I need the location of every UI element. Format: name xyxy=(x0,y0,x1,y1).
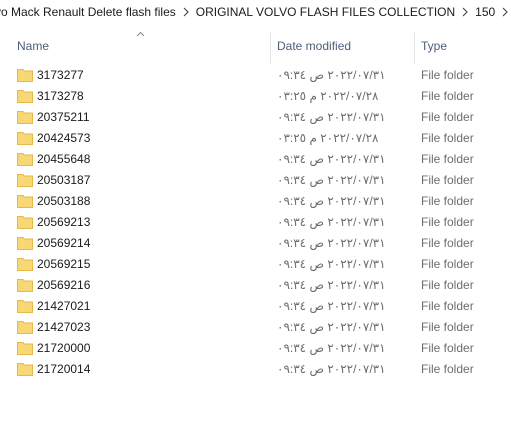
file-row[interactable]: 20455648 ٢٠٢٢/٠٧/٣١ ص ٠٩:٣٤ File folder xyxy=(0,149,527,170)
folder-icon xyxy=(17,237,33,250)
file-type: File folder xyxy=(421,257,474,271)
file-type: File folder xyxy=(421,68,474,82)
file-date-modified: ٢٠٢٢/٠٧/٣١ ص ٠٩:٣٤ xyxy=(277,362,386,376)
file-row[interactable]: 21427023 ٢٠٢٢/٠٧/٣١ ص ٠٩:٣٤ File folder xyxy=(0,317,527,338)
file-type: File folder xyxy=(421,110,474,124)
breadcrumb-item-collection-folder[interactable]: ORIGINAL VOLVO FLASH FILES COLLECTION xyxy=(194,5,457,19)
file-name: 20455648 xyxy=(37,152,91,166)
file-name: 20503188 xyxy=(37,194,91,208)
file-row[interactable]: 20503187 ٢٠٢٢/٠٧/٣١ ص ٠٩:٣٤ File folder xyxy=(0,170,527,191)
file-date-modified: ٢٠٢٢/٠٧/٣١ ص ٠٩:٣٤ xyxy=(277,173,386,187)
file-row[interactable]: 20569215 ٢٠٢٢/٠٧/٣١ ص ٠٩:٣٤ File folder xyxy=(0,254,527,275)
folder-icon xyxy=(17,132,33,145)
file-date-modified: ٢٠٢٢/٠٧/٣١ ص ٠٩:٣٤ xyxy=(277,194,386,208)
column-header-row: Name Date modified Type xyxy=(0,28,527,64)
file-name: 21720014 xyxy=(37,362,91,376)
chevron-right-icon[interactable] xyxy=(178,7,194,17)
column-header-date-label: Date modified xyxy=(277,39,352,53)
file-date-modified: ٢٠٢٢/٠٧/٣١ ص ٠٩:٣٤ xyxy=(277,215,386,229)
file-row[interactable]: 3173278 ٢٠٢٢/٠٧/٢٨ م ٠٣:٢٥ File folder xyxy=(0,86,527,107)
column-header-name-label: Name xyxy=(17,39,50,53)
column-header-date-modified[interactable]: Date modified xyxy=(271,28,414,64)
file-row[interactable]: 21720000 ٢٠٢٢/٠٧/٣١ ص ٠٩:٣٤ File folder xyxy=(0,338,527,359)
file-name: 20375211 xyxy=(37,110,90,124)
file-name: 20424573 xyxy=(37,131,91,145)
file-type: File folder xyxy=(421,89,474,103)
file-date-modified: ٢٠٢٢/٠٧/٣١ ص ٠٩:٣٤ xyxy=(277,299,386,313)
file-name: 21427023 xyxy=(37,320,91,334)
chevron-right-icon[interactable] xyxy=(497,7,513,17)
file-type: File folder xyxy=(421,278,474,292)
file-type: File folder xyxy=(421,299,474,313)
file-date-modified: ٢٠٢٢/٠٧/٣١ ص ٠٩:٣٤ xyxy=(277,278,386,292)
folder-icon xyxy=(17,258,33,271)
folder-icon xyxy=(17,342,33,355)
file-name: 20569216 xyxy=(37,278,91,292)
folder-icon xyxy=(17,111,33,124)
folder-icon xyxy=(17,363,33,376)
file-name: 20569214 xyxy=(37,236,91,250)
file-date-modified: ٢٠٢٢/٠٧/٣١ ص ٠٩:٣٤ xyxy=(277,257,386,271)
chevron-right-icon[interactable] xyxy=(457,7,473,17)
file-date-modified: ٢٠٢٢/٠٧/٣١ ص ٠٩:٣٤ xyxy=(277,152,386,166)
folder-icon xyxy=(17,69,33,82)
file-date-modified: ٢٠٢٢/٠٧/٣١ ص ٠٩:٣٤ xyxy=(277,320,386,334)
folder-icon xyxy=(17,90,33,103)
file-type: File folder xyxy=(421,215,474,229)
file-date-modified: ٢٠٢٢/٠٧/٣١ ص ٠٩:٣٤ xyxy=(277,236,386,250)
file-type: File folder xyxy=(421,173,474,187)
column-header-name[interactable]: Name xyxy=(0,28,270,64)
folder-icon xyxy=(17,321,33,334)
file-type: File folder xyxy=(421,152,474,166)
file-type: File folder xyxy=(421,236,474,250)
folder-icon xyxy=(17,174,33,187)
breadcrumb-item-current-folder[interactable]: 150 xyxy=(473,5,497,19)
file-row[interactable]: 20569214 ٢٠٢٢/٠٧/٣١ ص ٠٩:٣٤ File folder xyxy=(0,233,527,254)
file-name: 20503187 xyxy=(37,173,91,187)
file-row[interactable]: 20569213 ٢٠٢٢/٠٧/٣١ ص ٠٩:٣٤ File folder xyxy=(0,212,527,233)
folder-icon xyxy=(17,300,33,313)
file-row[interactable]: 20503188 ٢٠٢٢/٠٧/٣١ ص ٠٩:٣٤ File folder xyxy=(0,191,527,212)
folder-icon xyxy=(17,216,33,229)
file-row[interactable]: 20569216 ٢٠٢٢/٠٧/٣١ ص ٠٩:٣٤ File folder xyxy=(0,275,527,296)
file-name: 3173278 xyxy=(37,89,84,103)
file-type: File folder xyxy=(421,362,474,376)
breadcrumb-item-parent-folder[interactable]: vo Mack Renault Delete flash files xyxy=(0,5,178,19)
column-header-type-label: Type xyxy=(421,39,448,53)
file-name: 20569213 xyxy=(37,215,91,229)
file-name: 3173277 xyxy=(37,68,84,82)
file-date-modified: ٢٠٢٢/٠٧/٣١ ص ٠٩:٣٤ xyxy=(277,110,386,124)
file-type: File folder xyxy=(421,341,474,355)
file-date-modified: ٢٠٢٢/٠٧/٣١ ص ٠٩:٣٤ xyxy=(277,68,386,82)
file-row[interactable]: 21427021 ٢٠٢٢/٠٧/٣١ ص ٠٩:٣٤ File folder xyxy=(0,296,527,317)
file-date-modified: ٢٠٢٢/٠٧/٢٨ م ٠٣:٢٥ xyxy=(277,89,379,103)
file-name: 20569215 xyxy=(37,257,91,271)
file-name: 21720000 xyxy=(37,341,91,355)
folder-icon xyxy=(17,153,33,166)
folder-icon xyxy=(17,279,33,292)
folder-icon xyxy=(17,195,33,208)
file-type: File folder xyxy=(421,194,474,208)
file-date-modified: ٢٠٢٢/٠٧/٢٨ م ٠٣:٢٥ xyxy=(277,131,379,145)
file-row[interactable]: 20424573 ٢٠٢٢/٠٧/٢٨ م ٠٣:٢٥ File folder xyxy=(0,128,527,149)
file-list: 3173277 ٢٠٢٢/٠٧/٣١ ص ٠٩:٣٤ File folder 3… xyxy=(0,65,527,380)
file-row[interactable]: 21720014 ٢٠٢٢/٠٧/٣١ ص ٠٩:٣٤ File folder xyxy=(0,359,527,380)
breadcrumb: vo Mack Renault Delete flash files ORIGI… xyxy=(0,0,527,24)
file-row[interactable]: 3173277 ٢٠٢٢/٠٧/٣١ ص ٠٩:٣٤ File folder xyxy=(0,65,527,86)
file-name: 21427021 xyxy=(37,299,91,313)
file-explorer-window: vo Mack Renault Delete flash files ORIGI… xyxy=(0,0,527,433)
column-header-type[interactable]: Type xyxy=(415,28,527,64)
file-date-modified: ٢٠٢٢/٠٧/٣١ ص ٠٩:٣٤ xyxy=(277,341,386,355)
file-row[interactable]: 20375211 ٢٠٢٢/٠٧/٣١ ص ٠٩:٣٤ File folder xyxy=(0,107,527,128)
file-type: File folder xyxy=(421,131,474,145)
file-type: File folder xyxy=(421,320,474,334)
